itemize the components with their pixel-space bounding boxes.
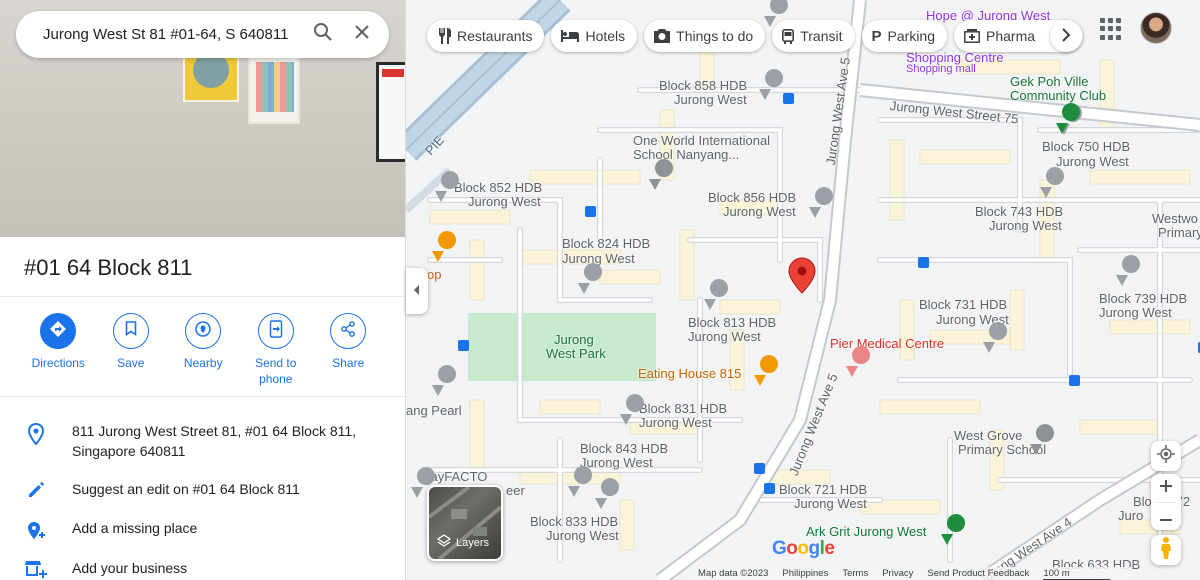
photo-poster: [376, 62, 405, 162]
selected-place-pin-icon: [788, 257, 816, 294]
pegman-icon: [1160, 536, 1172, 564]
medical-poi-pin-icon: [846, 346, 870, 377]
action-buttons: Directions Save Nearby Send to phone Sha…: [22, 313, 385, 387]
transit-icon: [782, 28, 795, 44]
chip-label: Parking: [887, 28, 935, 44]
collapse-panel-button[interactable]: [406, 268, 428, 314]
add-business-row[interactable]: Add your business: [0, 558, 405, 580]
location-pin-icon: [27, 422, 45, 450]
chip-label: Restaurants: [457, 28, 533, 44]
minus-icon: [1160, 508, 1172, 526]
send-to-phone-button[interactable]: Send to phone: [240, 313, 313, 387]
address-row[interactable]: 811 Jurong West Street 81, #01 64 Block …: [0, 421, 405, 461]
layers-icon: [436, 534, 452, 551]
search-button[interactable]: [305, 22, 341, 47]
layers-button[interactable]: Layers: [427, 485, 503, 561]
search-box: Jurong West St 81 #01-64, S 640811: [16, 11, 389, 58]
address-text: 811 Jurong West Street 81, #01 64 Block …: [72, 423, 357, 459]
google-apps-icon[interactable]: [1100, 18, 1122, 40]
nearby-icon: [194, 320, 212, 343]
my-location-button[interactable]: [1151, 441, 1181, 471]
directions-icon: [49, 320, 67, 343]
google-logo: Google: [772, 538, 835, 559]
send-to-phone-icon: [269, 319, 283, 343]
chip-things-to-do[interactable]: Things to do: [644, 20, 766, 52]
chip-label: Things to do: [676, 28, 754, 44]
avatar[interactable]: [1140, 12, 1172, 44]
chip-label: Pharma: [986, 28, 1036, 44]
chip-label: Transit: [800, 28, 843, 44]
my-location-icon: [1157, 444, 1175, 468]
zoom-out-button[interactable]: [1151, 503, 1181, 530]
grey-poi-pin-icon: [411, 0, 1140, 509]
suggest-edit-row[interactable]: Suggest an edit on #01 64 Block 811: [0, 479, 405, 504]
clear-search-button[interactable]: [341, 24, 383, 45]
pencil-icon: [27, 481, 45, 504]
map-canvas[interactable]: .ml { position:absolute; font-size:13px;…: [406, 0, 1200, 580]
chevron-right-icon: [1061, 27, 1071, 45]
bookmark-icon: [125, 321, 137, 341]
action-label: Send to phone: [255, 356, 297, 386]
nearby-button[interactable]: Nearby: [167, 313, 240, 387]
side-panel: #01 64 Block 811 Directions Save Nearby …: [0, 0, 406, 580]
directions-button[interactable]: Directions: [22, 313, 95, 387]
orange-poi-pin-icon: [432, 231, 778, 386]
parking-icon: P: [871, 27, 882, 45]
hotel-icon: [561, 30, 580, 42]
action-label: Share: [332, 356, 365, 370]
action-label: Save: [117, 356, 145, 370]
attrib-privacy-link[interactable]: Privacy: [882, 568, 913, 580]
add-location-icon: [26, 520, 46, 547]
street-view-pegman-button[interactable]: [1151, 535, 1181, 565]
divider: [0, 296, 405, 297]
plus-icon: [1160, 479, 1172, 497]
divider: [0, 396, 405, 397]
chevron-left-icon: [413, 282, 421, 300]
map-attribution: Map data ©2023 Philippines Terms Privacy…: [690, 567, 1130, 580]
save-button[interactable]: Save: [95, 313, 168, 387]
chip-hotels[interactable]: Hotels: [551, 20, 638, 52]
layers-label: Layers: [456, 536, 490, 549]
pharmacy-icon: [964, 29, 980, 43]
zoom-in-button[interactable]: [1151, 474, 1181, 502]
action-label: Nearby: [183, 356, 223, 370]
chip-label: Hotels: [585, 28, 626, 44]
attrib-terms-link[interactable]: Terms: [842, 568, 868, 580]
attrib-country[interactable]: Philippines: [782, 568, 828, 580]
add-missing-place-row[interactable]: Add a missing place: [0, 518, 405, 547]
poi-markers: [411, 0, 1200, 545]
bus-stop-icon: [458, 93, 1200, 494]
search-input[interactable]: Jurong West St 81 #01-64, S 640811: [43, 26, 305, 43]
chips-scroll-right-button[interactable]: [1050, 20, 1083, 52]
map-overlay: .ml { position:absolute; font-size:13px;…: [406, 0, 1200, 580]
search-icon: [313, 22, 333, 47]
scale-label[interactable]: 100 m: [1043, 568, 1110, 580]
category-chips: Restaurants Hotels Things to do Transit …: [427, 20, 1084, 52]
photo-poster: [248, 52, 300, 124]
close-icon: [354, 24, 370, 45]
attrib-feedback-link[interactable]: Send Product Feedback: [927, 568, 1029, 580]
action-label: Directions: [31, 356, 85, 370]
chip-restaurants[interactable]: Restaurants: [427, 20, 545, 52]
chip-transit[interactable]: Transit: [772, 20, 855, 52]
zoom-controls: [1151, 474, 1181, 530]
add-business-text: Add your business: [72, 560, 188, 576]
layers-label-group: Layers: [436, 534, 490, 551]
suggest-edit-text: Suggest an edit on #01 64 Block 811: [72, 481, 300, 497]
camera-icon: [654, 29, 671, 43]
add-missing-place-text: Add a missing place: [72, 520, 198, 536]
share-button[interactable]: Share: [312, 313, 385, 387]
attrib-map-data: Map data ©2023: [698, 568, 769, 579]
place-title: #01 64 Block 811: [24, 255, 193, 280]
restaurant-icon: [437, 28, 451, 44]
chip-parking[interactable]: P Parking: [861, 20, 947, 52]
share-icon: [340, 320, 356, 342]
add-business-icon: [25, 560, 47, 580]
